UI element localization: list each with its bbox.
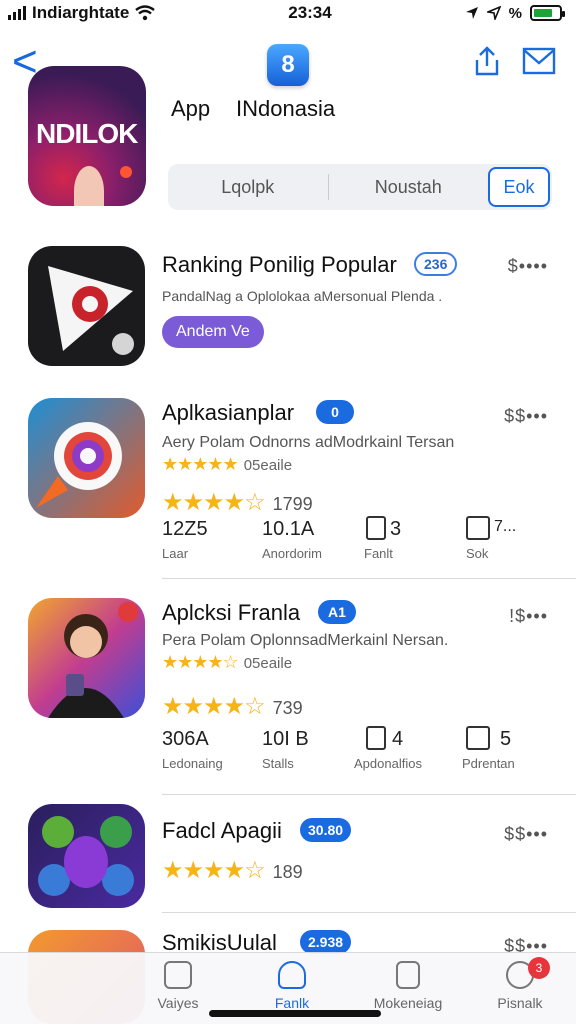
divider <box>162 794 576 795</box>
tab-today[interactable]: Vaiyes <box>118 961 238 1011</box>
tab-label: Mokeneiag <box>373 995 443 1011</box>
store-title-app: App <box>171 96 211 121</box>
tab-label: Vaiyes <box>157 995 199 1011</box>
location-icon <box>465 7 478 19</box>
book-icon <box>366 516 386 540</box>
avatar-icon <box>48 602 138 718</box>
tab-profile[interactable]: Pisnalk 3 <box>460 957 576 1011</box>
game-characters-icon <box>38 816 134 896</box>
stat-label: Anordorim <box>262 546 322 561</box>
stat-label: Fanlt <box>364 546 393 561</box>
notification-badge: 3 <box>528 957 550 979</box>
rating-count: 189 <box>272 862 303 882</box>
app-icon[interactable] <box>28 398 145 518</box>
app-title: Aplkasianplar <box>162 400 295 425</box>
play-logo-icon <box>48 266 134 355</box>
app-title: Aplcksi Franla <box>162 600 301 625</box>
rank-badge: 30.80 <box>300 818 352 842</box>
ranking-icon <box>278 961 306 989</box>
today-icon <box>164 961 192 989</box>
stat-label: Laar <box>162 546 189 561</box>
star-rating: ★★★★☆ 739 <box>162 693 303 720</box>
status-bar: Indiarghtate 23:34 % <box>0 0 576 26</box>
segment-3-selected[interactable]: Eok <box>488 167 550 207</box>
rating-count: 1799 <box>272 494 313 514</box>
app-description: Pera Polam OplonnsadMerkainl Nersan. <box>162 632 449 649</box>
rating-caption: 05eaile <box>243 655 293 672</box>
divider <box>162 578 576 579</box>
star-rating: ★★★★☆ 1799 <box>162 489 313 516</box>
rank-badge: 236 <box>414 252 458 276</box>
page-icon <box>466 516 490 540</box>
featured-app-dot <box>120 166 132 178</box>
rating-count: 739 <box>272 698 303 718</box>
star-rating: ★★★★☆ 189 <box>162 857 303 884</box>
stat-label: Apdonalfios <box>354 756 422 771</box>
stat-value: 7... <box>494 518 517 535</box>
app-title: Ranking Ponilig Popular <box>162 252 397 277</box>
rating-caption: 05eaile <box>243 457 293 474</box>
open-button[interactable]: Andem Ve <box>162 316 264 348</box>
stat-value: 12Z5 <box>162 518 208 540</box>
tab-label: Pisnalk <box>497 995 543 1011</box>
wifi-icon <box>135 5 156 21</box>
camera-lens-icon <box>36 422 122 508</box>
mail-icon[interactable] <box>522 46 556 76</box>
tab-apps[interactable]: Mokeneiag <box>348 961 468 1011</box>
star-rating-small: ★★★★☆ 05eaile <box>162 652 293 672</box>
home-indicator[interactable] <box>209 1010 381 1017</box>
featured-app-logo-text: NDILOK <box>36 118 138 149</box>
price-label: !$••• <box>509 606 548 626</box>
battery-icon <box>530 5 565 21</box>
book-icon <box>366 726 386 750</box>
stat-value: 10I B <box>262 728 309 750</box>
rank-badge: A1 <box>318 600 356 624</box>
featured-app-icon[interactable]: NDILOK <box>28 66 146 206</box>
rank-badge: 0 <box>316 400 354 424</box>
battery-percent: % <box>508 4 522 22</box>
segment-1[interactable]: Lqolpk <box>168 174 329 200</box>
stat-value: 3 <box>390 518 402 540</box>
app-store-icon: 8 <box>267 44 309 86</box>
stat-label: Stalls <box>262 756 294 771</box>
price-label: $$••• <box>504 824 548 844</box>
app-description: PandalNag a Oplolokaa aMersonual Plenda … <box>162 288 443 304</box>
divider <box>162 912 576 913</box>
status-left: Indiarghtate <box>8 3 156 23</box>
app-title: Fadcl Apagii <box>162 818 282 843</box>
price-label: $•••• <box>507 256 548 276</box>
app-icon[interactable] <box>28 598 145 718</box>
clock: 23:34 <box>288 3 332 22</box>
store-title-region: INdonasia <box>236 96 336 121</box>
stat-label: Pdrentan <box>462 756 515 771</box>
page-icon <box>466 726 490 750</box>
segment-2[interactable]: Noustah <box>329 164 489 210</box>
app-icon[interactable] <box>28 246 145 366</box>
app-description: Aery Polam Odnorns adModrkainl Tersan <box>162 434 455 451</box>
apps-icon <box>396 961 420 989</box>
tab-ranking[interactable]: Fanlk <box>232 961 352 1011</box>
rank-badge: 2.938 <box>300 930 352 954</box>
stat-value: 10.1A <box>262 518 315 540</box>
stat-value: 5 <box>500 728 512 750</box>
stat-label: Sok <box>466 546 489 561</box>
carrier-name: Indiarghtate <box>32 3 130 22</box>
stat-label: Ledonaing <box>162 756 223 771</box>
app-icon[interactable] <box>28 804 145 908</box>
signal-icon <box>8 6 26 20</box>
status-right: % <box>465 4 565 22</box>
price-label: $$••• <box>504 406 548 426</box>
tab-label: Fanlk <box>274 995 310 1011</box>
location-icon <box>486 6 501 20</box>
star-rating-small: ★★★★★ 05eaile <box>162 454 293 474</box>
share-icon[interactable] <box>470 44 504 78</box>
stat-value: 306A <box>162 728 209 750</box>
stat-value: 4 <box>392 728 404 750</box>
featured-app-figure <box>74 166 104 206</box>
segmented-control: Lqolpk Noustah Eok <box>168 164 552 210</box>
